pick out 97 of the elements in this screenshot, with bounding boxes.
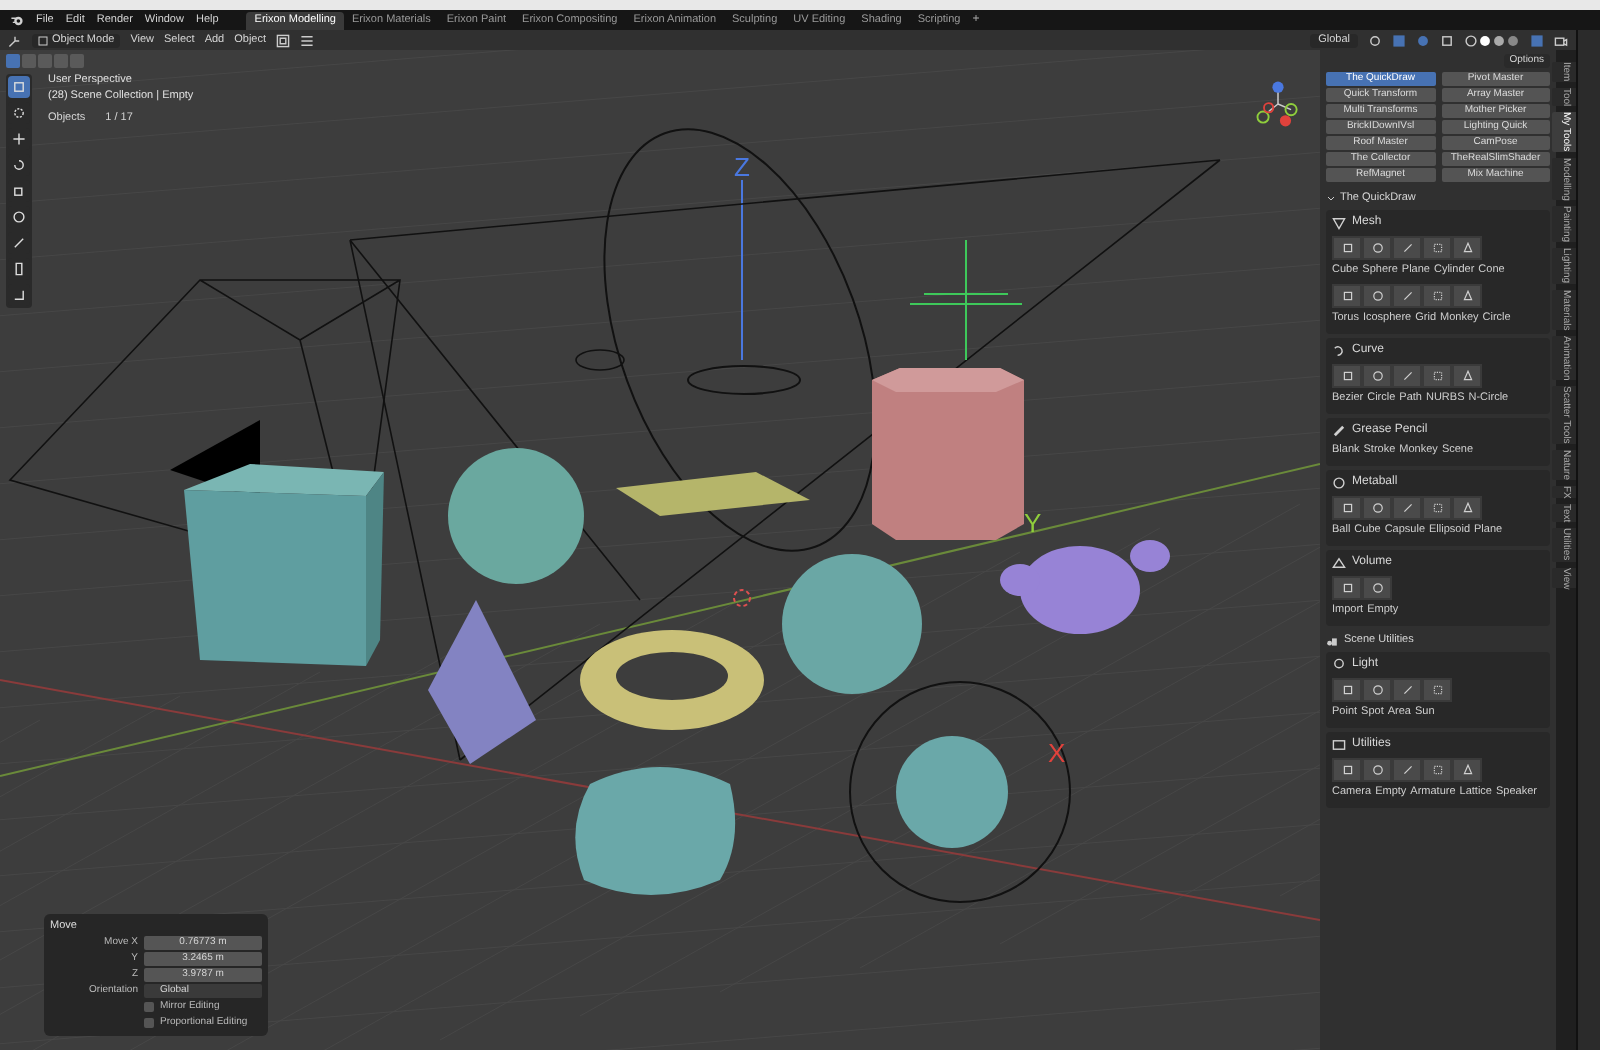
add-object-button[interactable] — [1422, 284, 1452, 308]
add-object-button[interactable] — [1362, 576, 1392, 600]
add-object-button[interactable] — [1332, 364, 1362, 388]
object-icon — [1371, 290, 1383, 302]
add-object-button[interactable] — [1362, 678, 1392, 702]
editor-type-icon[interactable] — [8, 33, 22, 47]
object-icon — [1341, 290, 1353, 302]
add-object-button[interactable] — [1362, 236, 1392, 260]
add-tool-icon — [12, 288, 26, 302]
gizmo-toggle-icon[interactable] — [1530, 33, 1544, 47]
snap-icon[interactable] — [1392, 33, 1406, 47]
measure-tool-icon — [12, 262, 26, 276]
icosphere — [782, 554, 922, 694]
add-object-button[interactable] — [1452, 496, 1482, 520]
object-icon — [1401, 684, 1413, 696]
object-mode-icon — [38, 35, 48, 45]
tool-button[interactable] — [8, 284, 30, 306]
add-object-button[interactable] — [1332, 236, 1362, 260]
3d-cursor — [733, 589, 751, 607]
object-icon — [1461, 502, 1473, 514]
transform-tool-icon — [12, 210, 26, 224]
object-icon — [1341, 582, 1353, 594]
annotate-tool-icon — [12, 236, 26, 250]
tool-button[interactable] — [8, 102, 30, 124]
axis-label: Y — [1024, 508, 1042, 538]
object-icon — [1431, 502, 1443, 514]
object-icon — [1371, 764, 1383, 776]
select-tool-icon — [12, 80, 26, 94]
add-object-button[interactable] — [1422, 236, 1452, 260]
sphere — [448, 448, 584, 584]
object-icon — [1371, 502, 1383, 514]
object-icon — [1431, 370, 1443, 382]
curve-icon — [1332, 343, 1346, 357]
object-icon — [1431, 764, 1443, 776]
object-icon — [1371, 370, 1383, 382]
add-object-button[interactable] — [1362, 496, 1392, 520]
add-object-button[interactable] — [1452, 236, 1482, 260]
add-object-button[interactable] — [1332, 758, 1362, 782]
mesh-icon — [1332, 215, 1346, 229]
object-icon — [1341, 242, 1353, 254]
add-object-button[interactable] — [1422, 496, 1452, 520]
object-icon — [1431, 242, 1443, 254]
object-icon — [1371, 242, 1383, 254]
checkbox[interactable] — [144, 1018, 154, 1028]
menu-icon[interactable] — [300, 33, 315, 47]
add-object-button[interactable] — [1362, 364, 1392, 388]
metaball-icon — [1332, 475, 1346, 489]
object-icon — [1461, 764, 1473, 776]
object-icon — [1431, 684, 1443, 696]
scene-utilities-icon — [1326, 635, 1338, 647]
pencil-icon — [1332, 423, 1346, 437]
add-object-button[interactable] — [1422, 364, 1452, 388]
object-icon — [1401, 502, 1413, 514]
object-icon — [1341, 764, 1353, 776]
object-icon — [1431, 290, 1443, 302]
object-icon — [1371, 684, 1383, 696]
toggle-icon[interactable] — [276, 33, 291, 47]
object-icon — [1461, 242, 1473, 254]
move-tool-icon — [12, 132, 26, 146]
utilities-icon — [1332, 737, 1346, 751]
add-object-button[interactable] — [1332, 678, 1362, 702]
add-object-button[interactable] — [1452, 364, 1482, 388]
volume-icon — [1332, 555, 1346, 569]
object-icon — [1401, 290, 1413, 302]
empty-crosshair — [909, 239, 1023, 361]
object-icon — [1341, 684, 1353, 696]
checkbox[interactable] — [144, 1002, 154, 1012]
object-icon — [1401, 764, 1413, 776]
add-object-button[interactable] — [1332, 496, 1362, 520]
object-icon — [1341, 370, 1353, 382]
object-icon — [1371, 582, 1383, 594]
tool-button[interactable] — [8, 76, 30, 98]
add-object-button[interactable] — [1362, 758, 1392, 782]
add-object-button[interactable] — [1422, 678, 1452, 702]
circle-wireframe — [687, 365, 801, 395]
add-object-button[interactable] — [1332, 576, 1362, 600]
pivot-icon[interactable] — [1368, 33, 1382, 47]
xray-icon[interactable] — [1440, 33, 1454, 47]
object-icon — [1401, 370, 1413, 382]
object-icon — [1341, 502, 1353, 514]
add-object-button[interactable] — [1452, 758, 1482, 782]
proportional-icon[interactable] — [1416, 33, 1430, 47]
axis-label: X — [1048, 738, 1066, 768]
axis-label: Z — [734, 152, 750, 182]
add-object-button[interactable] — [1332, 284, 1362, 308]
cursor-tool-icon — [12, 106, 26, 120]
object-icon — [1401, 242, 1413, 254]
add-object-button[interactable] — [1422, 758, 1452, 782]
light-icon — [1332, 657, 1346, 671]
add-object-button[interactable] — [1362, 284, 1392, 308]
object-icon — [1461, 290, 1473, 302]
scale-tool-icon — [12, 184, 26, 198]
sphere — [896, 736, 1008, 848]
camera-icon[interactable] — [1554, 33, 1568, 47]
rotate-tool-icon — [12, 158, 26, 172]
object-icon — [1461, 370, 1473, 382]
add-object-button[interactable] — [1452, 284, 1482, 308]
